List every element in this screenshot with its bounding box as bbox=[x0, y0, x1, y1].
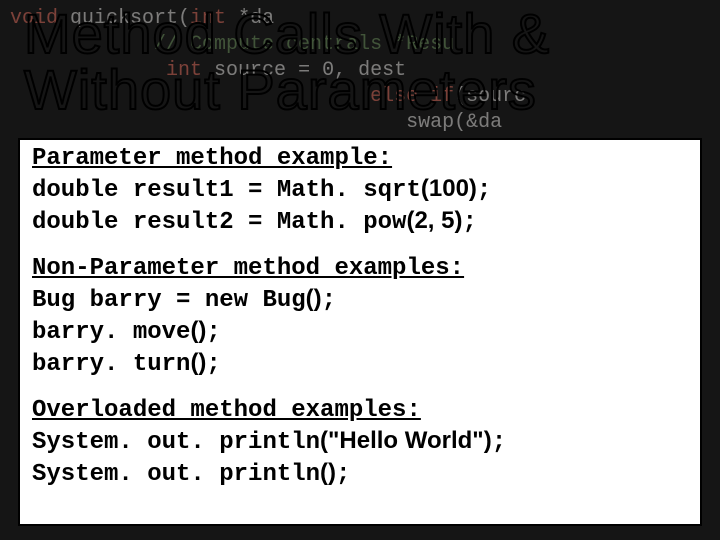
slide-title: Method Calls With & Without Parameters bbox=[24, 6, 696, 118]
code-line: System. out. println("Hello World"); bbox=[32, 426, 688, 458]
section-heading: Parameter method example: bbox=[32, 144, 688, 174]
code-line: double result2 = Math. pow(2, 5); bbox=[32, 206, 688, 238]
slide: void quicksort(int *da // Compute centra… bbox=[0, 0, 720, 540]
code-line: System. out. println(); bbox=[32, 458, 688, 490]
code-line: barry. turn(); bbox=[32, 348, 688, 380]
code-line: Bug barry = new Bug(); bbox=[32, 284, 688, 316]
content-panel: Parameter method example: double result1… bbox=[18, 138, 702, 526]
section-overloaded: Overloaded method examples: System. out.… bbox=[32, 396, 688, 490]
code-line: double result1 = Math. sqrt(100); bbox=[32, 174, 688, 206]
section-parameter: Parameter method example: double result1… bbox=[32, 144, 688, 238]
section-heading: Overloaded method examples: bbox=[32, 396, 688, 426]
code-line: barry. move(); bbox=[32, 316, 688, 348]
section-heading: Non-Parameter method examples: bbox=[32, 254, 688, 284]
section-nonparameter: Non-Parameter method examples: Bug barry… bbox=[32, 254, 688, 380]
